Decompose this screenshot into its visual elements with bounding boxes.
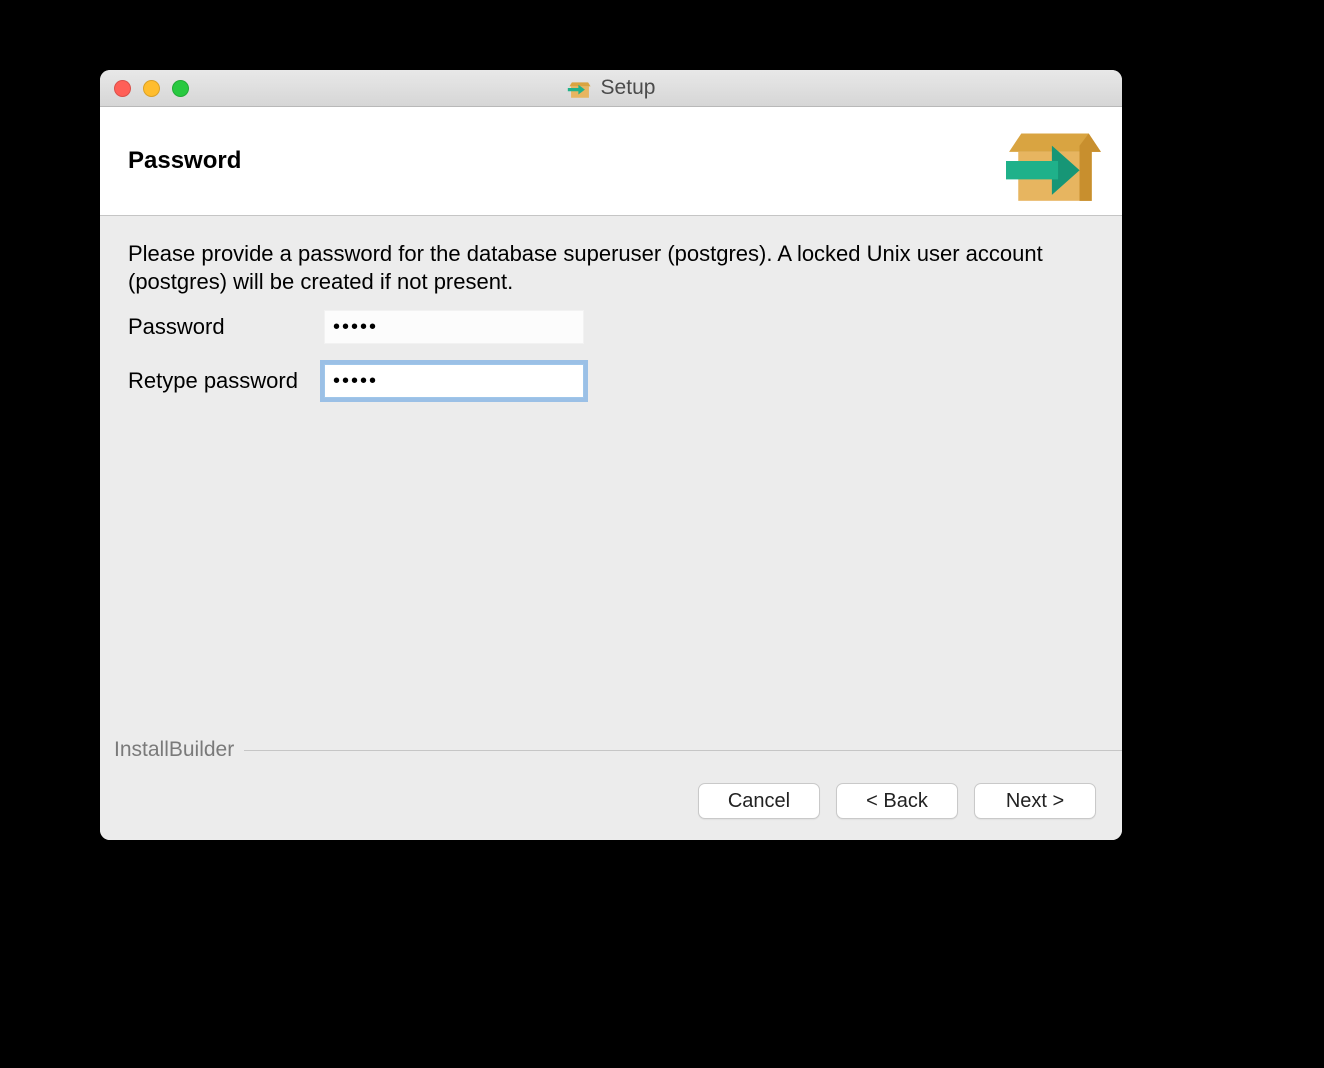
box-arrow-icon [567, 75, 593, 101]
password-row: Password [128, 310, 1094, 344]
minimize-window-button[interactable] [143, 80, 160, 97]
page-title: Password [128, 147, 241, 175]
retype-password-row: Retype password [128, 364, 1094, 398]
window-controls [114, 80, 189, 97]
footer: Cancel < Back Next > [100, 762, 1122, 840]
titlebar: Setup [100, 70, 1122, 107]
back-button[interactable]: < Back [836, 783, 958, 819]
window-title: Setup [601, 76, 656, 100]
next-button[interactable]: Next > [974, 783, 1096, 819]
cancel-button[interactable]: Cancel [698, 783, 820, 819]
content-area: Please provide a password for the databa… [100, 216, 1122, 762]
branding-row: InstallBuilder [100, 738, 1122, 762]
close-window-button[interactable] [114, 80, 131, 97]
divider [244, 750, 1122, 751]
setup-window: Setup Password Please provide a password… [100, 70, 1122, 840]
description-text: Please provide a password for the databa… [128, 240, 1088, 296]
branding-text: InstallBuilder [100, 738, 244, 762]
page-header: Password [100, 107, 1122, 216]
password-input[interactable] [324, 310, 584, 344]
retype-password-input[interactable] [324, 364, 584, 398]
zoom-window-button[interactable] [172, 80, 189, 97]
password-label: Password [128, 314, 314, 340]
retype-password-label: Retype password [128, 368, 314, 394]
box-arrow-icon [1006, 112, 1104, 210]
